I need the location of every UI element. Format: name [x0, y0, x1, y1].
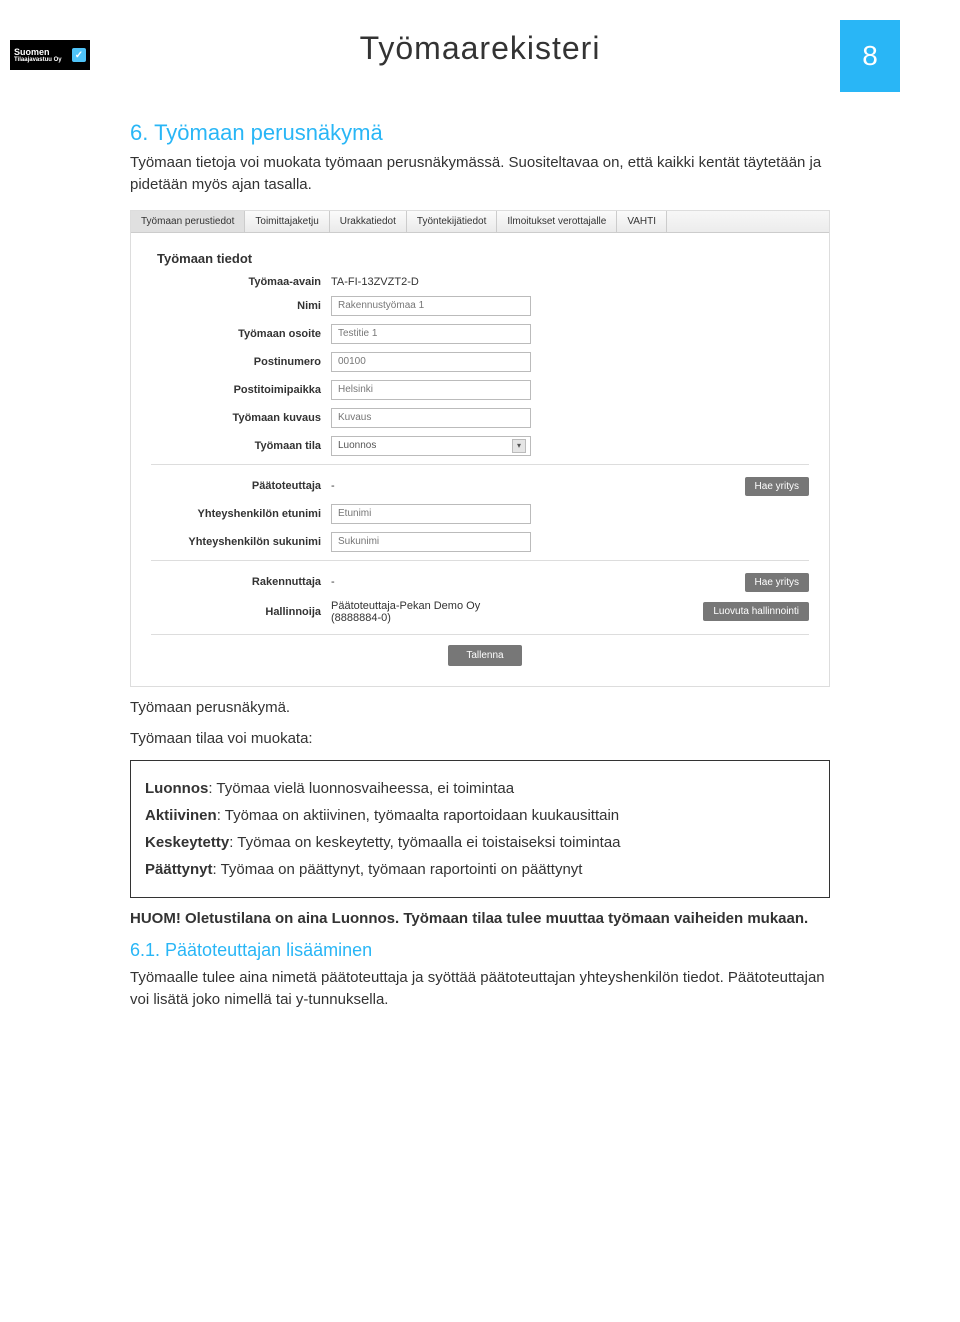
- note-huom: HUOM! Oletustilana on aina Luonnos. Työm…: [130, 908, 830, 930]
- label-osoite: Työmaan osoite: [151, 328, 331, 340]
- label-paatoteuttaja: Päätoteuttaja: [151, 480, 331, 492]
- input-nimi[interactable]: [331, 296, 531, 316]
- input-postinumero[interactable]: [331, 352, 531, 372]
- value-paatoteuttaja: -: [331, 480, 335, 492]
- label-rakennuttaja: Rakennuttaja: [151, 576, 331, 588]
- tab-perustiedot[interactable]: Työmaan perustiedot: [131, 211, 245, 232]
- status-line-luonnos: Luonnos: Työmaa vielä luonnosvaiheessa, …: [145, 775, 815, 802]
- label-tila: Työmaan tila: [151, 440, 331, 452]
- label-etunimi: Yhteyshenkilön etunimi: [151, 508, 331, 520]
- label-nimi: Nimi: [151, 300, 331, 312]
- screenshot-caption: Työmaan perusnäkymä.: [130, 697, 830, 719]
- label-sukunimi: Yhteyshenkilön sukunimi: [151, 536, 331, 548]
- section-6-intro: Työmaan tietoja voi muokata työmaan peru…: [130, 152, 830, 196]
- value-rakennuttaja: -: [331, 576, 335, 588]
- section-6-1-text: Työmaalle tulee aina nimetä päätoteuttaj…: [130, 967, 830, 1011]
- label-kuvaus: Työmaan kuvaus: [151, 412, 331, 424]
- page-number-badge: 8: [840, 20, 900, 92]
- luovuta-hallinnointi-button[interactable]: Luovuta hallinnointi: [703, 602, 809, 621]
- tab-toimittajaketju[interactable]: Toimittajaketju: [245, 211, 329, 232]
- select-tila[interactable]: Luonnos ▾: [331, 436, 531, 456]
- input-sukunimi[interactable]: [331, 532, 531, 552]
- input-etunimi[interactable]: [331, 504, 531, 524]
- status-line-aktiivinen: Aktiivinen: Työmaa on aktiivinen, työmaa…: [145, 802, 815, 829]
- input-postitoimipaikka[interactable]: [331, 380, 531, 400]
- chevron-down-icon: ▾: [512, 439, 526, 453]
- statuses-intro: Työmaan tilaa voi muokata:: [130, 728, 830, 750]
- hae-yritys-button-2[interactable]: Hae yritys: [745, 573, 809, 592]
- input-osoite[interactable]: [331, 324, 531, 344]
- label-hallinnoija: Hallinnoija: [151, 606, 331, 618]
- section-6-heading: 6. Työmaan perusnäkymä: [130, 120, 830, 146]
- label-postitoimipaikka: Postitoimipaikka: [151, 384, 331, 396]
- divider: [151, 464, 809, 465]
- label-postinumero: Postinumero: [151, 356, 331, 368]
- tab-bar: Työmaan perustiedot Toimittajaketju Urak…: [131, 211, 829, 233]
- page-title: Työmaarekisteri: [0, 30, 960, 67]
- label-tyomaa-avain: Työmaa-avain: [151, 276, 331, 288]
- section-6-1-heading: 6.1. Päätoteuttajan lisääminen: [130, 940, 830, 961]
- status-line-paattynyt: Päättynyt: Työmaa on päättynyt, työmaan …: [145, 856, 815, 883]
- value-tyomaa-avain: TA-FI-13ZVZT2-D: [331, 276, 419, 288]
- tab-urakkatiedot[interactable]: Urakkatiedot: [330, 211, 407, 232]
- divider: [151, 560, 809, 561]
- input-kuvaus[interactable]: [331, 408, 531, 428]
- tab-tyontekijatiedot[interactable]: Työntekijätiedot: [407, 211, 498, 232]
- panel-heading: Työmaan tiedot: [157, 251, 809, 266]
- app-screenshot: Työmaan perustiedot Toimittajaketju Urak…: [130, 210, 830, 687]
- status-definitions-box: Luonnos: Työmaa vielä luonnosvaiheessa, …: [130, 760, 830, 898]
- tallenna-button[interactable]: Tallenna: [448, 645, 521, 666]
- select-tila-value: Luonnos: [338, 440, 376, 451]
- status-line-keskeytetty: Keskeytetty: Työmaa on keskeytetty, työm…: [145, 829, 815, 856]
- value-hallinnoija: Päätoteuttaja-Pekan Demo Oy (8888884-0): [331, 600, 531, 624]
- tab-ilmoitukset[interactable]: Ilmoitukset verottajalle: [497, 211, 617, 232]
- tab-vahti[interactable]: VAHTI: [617, 211, 667, 232]
- hae-yritys-button-1[interactable]: Hae yritys: [745, 477, 809, 496]
